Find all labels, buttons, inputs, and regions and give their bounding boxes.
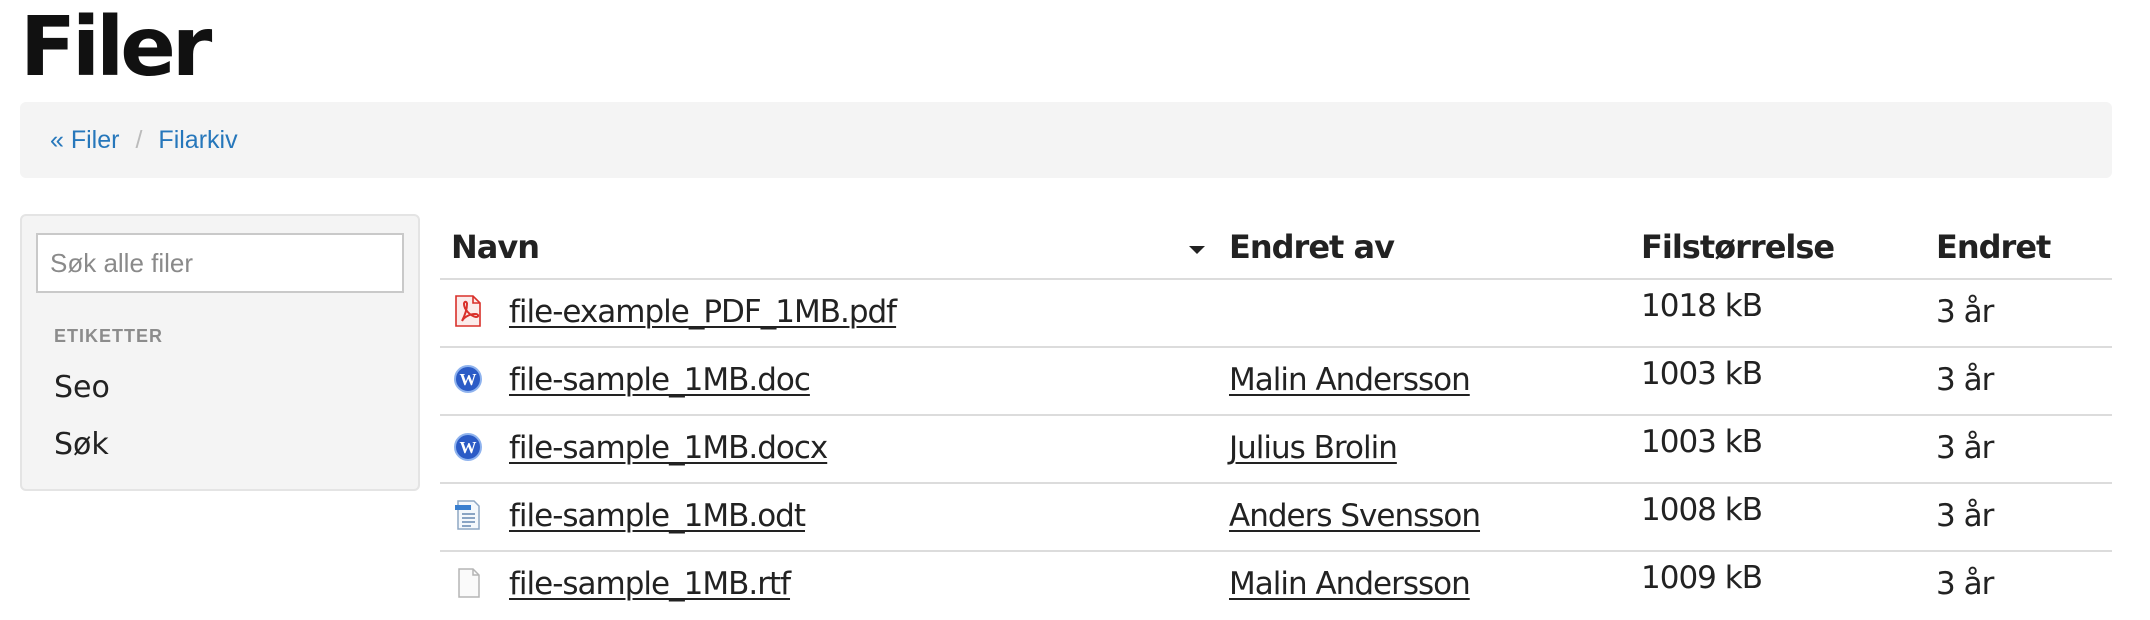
tag-item-sok[interactable]: Søk [54,427,109,462]
column-header-size[interactable]: Filstørrelse [1641,228,1835,266]
file-size: 1003 kB [1641,356,1763,392]
odt-file-icon [453,499,483,531]
column-header-modified[interactable]: Endret [1936,228,2051,266]
file-name-link[interactable]: file-sample_1MB.rtf [509,566,791,602]
search-input[interactable] [36,233,404,293]
file-size: 1003 kB [1641,424,1763,460]
generic-file-icon [453,567,483,599]
modified-time: 3 år [1936,430,1994,466]
modified-by-link[interactable]: Julius Brolin [1229,430,1398,466]
file-size: 1008 kB [1641,492,1763,528]
modified-by-link[interactable]: Malin Andersson [1229,566,1471,602]
column-header-name[interactable]: Navn [451,228,540,266]
modified-time: 3 år [1936,498,1994,534]
modified-by-link[interactable]: Malin Andersson [1229,362,1471,398]
file-name-link[interactable]: file-sample_1MB.docx [509,430,828,466]
table-row: file-sample_1MB.rtf Malin Andersson 1009… [440,552,2112,620]
word-file-icon: W [453,363,483,395]
file-size: 1009 kB [1641,560,1763,596]
column-header-modified-by[interactable]: Endret av [1229,228,1395,266]
file-name-link[interactable]: file-example_PDF_1MB.pdf [509,294,897,330]
table-row: file-example_PDF_1MB.pdf 1018 kB 3 år [440,280,2112,348]
svg-text:W: W [460,370,477,389]
sidebar: ETIKETTER Seo Søk [20,214,420,491]
chevron-down-icon[interactable] [1189,246,1205,254]
breadcrumb-link-archive[interactable]: Filarkiv [158,126,237,155]
file-size: 1018 kB [1641,288,1763,324]
word-file-icon: W [453,431,483,463]
table-row: file-sample_1MB.odt Anders Svensson 1008… [440,484,2112,552]
tag-item-seo[interactable]: Seo [54,370,110,405]
page-title: Filer [20,0,212,95]
file-name-link[interactable]: file-sample_1MB.doc [509,362,811,398]
table-row: W file-sample_1MB.docx Julius Brolin 100… [440,416,2112,484]
breadcrumb: « Filer / Filarkiv [20,102,2112,178]
tags-heading: ETIKETTER [54,326,164,346]
table-row: W file-sample_1MB.doc Malin Andersson 10… [440,348,2112,416]
file-name-link[interactable]: file-sample_1MB.odt [509,498,806,534]
svg-text:W: W [460,438,477,457]
modified-time: 3 år [1936,566,1994,602]
table-header: Navn Endret av Filstørrelse Endret [440,218,2112,280]
file-table: Navn Endret av Filstørrelse Endret file-… [440,218,2112,620]
breadcrumb-separator: / [135,125,143,154]
modified-time: 3 år [1936,294,1994,330]
breadcrumb-link-files[interactable]: « Filer [50,126,119,155]
modified-time: 3 år [1936,362,1994,398]
modified-by-link[interactable]: Anders Svensson [1229,498,1481,534]
pdf-file-icon [453,295,483,327]
